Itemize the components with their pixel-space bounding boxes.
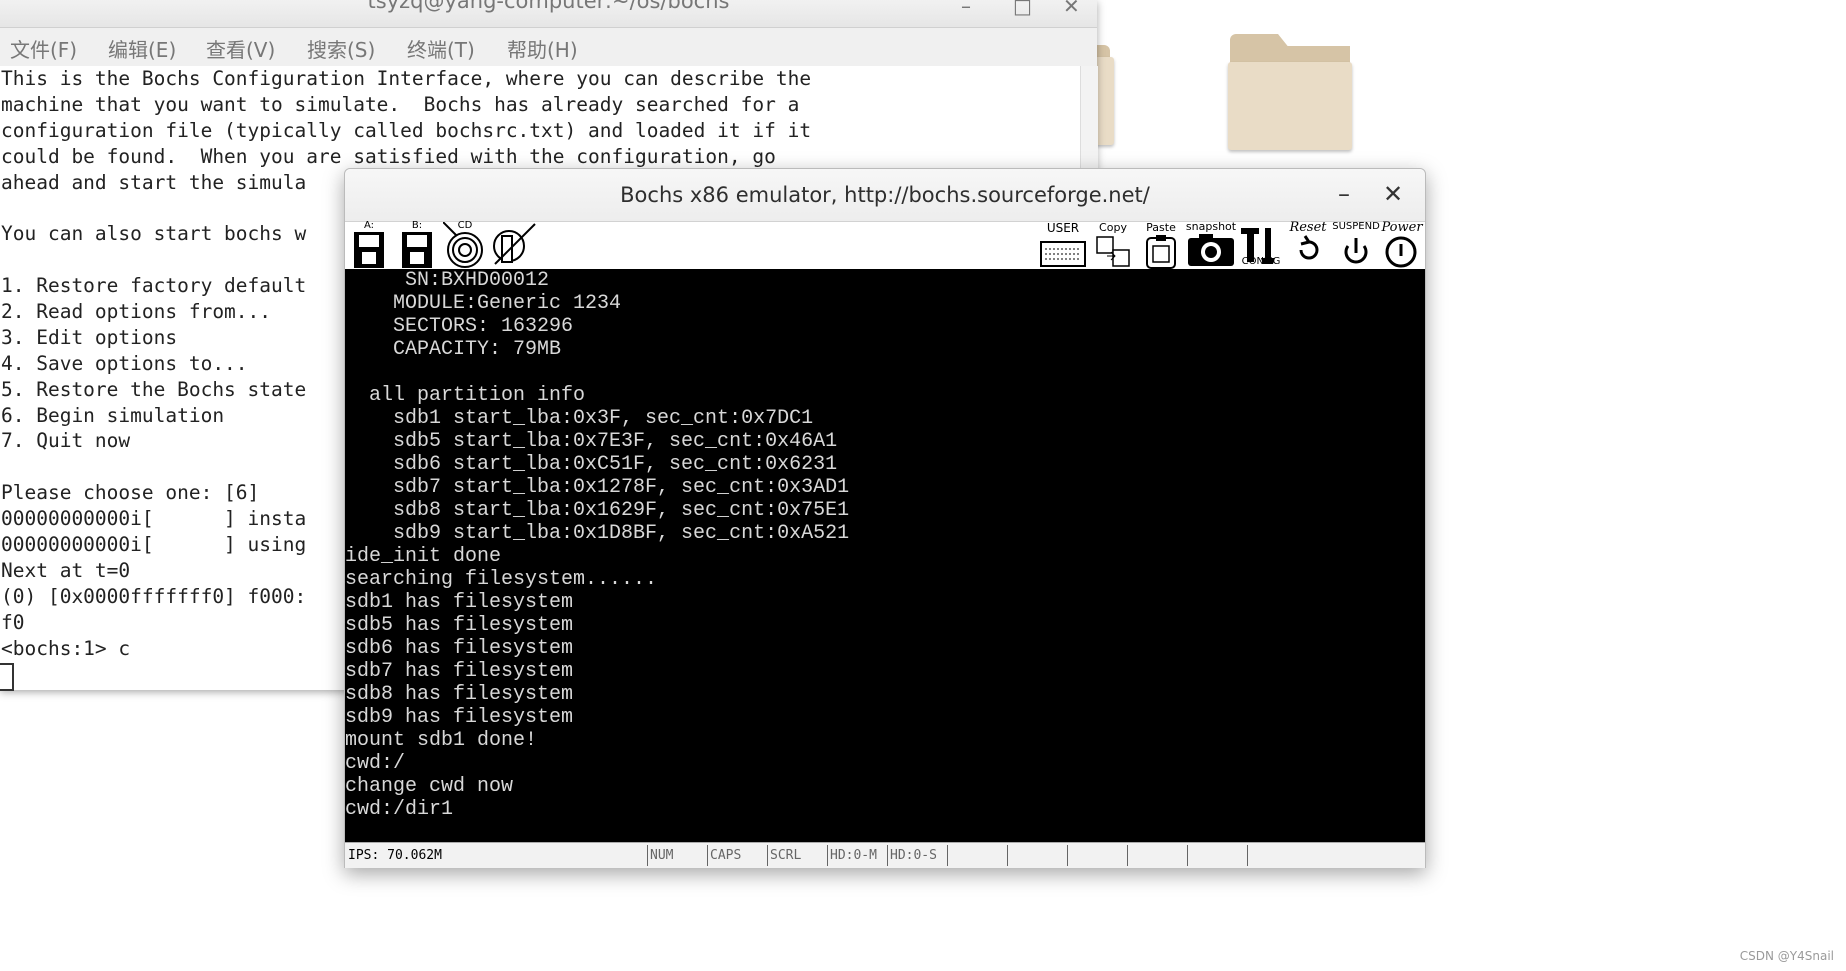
close-icon[interactable]: ✕: [1063, 0, 1080, 18]
terminal-line: machine that you want to simulate. Bochs…: [1, 92, 800, 116]
hd-slave-indicator: HD:0-S: [887, 845, 946, 866]
camera-icon: [1188, 234, 1234, 266]
floppy-icon: [402, 232, 432, 268]
snapshot-button[interactable]: snapshot: [1185, 220, 1237, 269]
terminal-line: could be found. When you are satisfied w…: [1, 144, 776, 168]
scroll-lock-indicator: SCRL: [767, 845, 826, 866]
screen-line: change cwd now: [345, 775, 514, 798]
terminal-title: tsyzq@yang-computer:~/os/bochs: [367, 0, 730, 13]
status-slot: [1067, 845, 1126, 866]
maximize-icon[interactable]: □: [1013, 0, 1032, 18]
num-lock-indicator: NUM: [647, 845, 706, 866]
menu-terminal[interactable]: 终端(T): [407, 34, 475, 63]
cdrom-button[interactable]: CD: [443, 220, 487, 269]
suspend-icon: [1344, 238, 1368, 264]
screen-line: sdb1 start_lba:0x3F, sec_cnt:0x7DC1: [345, 407, 814, 430]
caps-lock-indicator: CAPS: [707, 845, 766, 866]
bochs-toolbar: A: B: CD USER Copy Paste snapshot CONFIG…: [345, 220, 1425, 269]
terminal-titlebar[interactable]: tsyzq@yang-computer:~/os/bochs – □ ✕: [0, 0, 1097, 28]
bochs-title: Bochs x86 emulator, http://bochs.sourcef…: [620, 183, 1150, 207]
screen-line: all partition info: [345, 384, 586, 407]
copy-icon: [1096, 236, 1130, 267]
screen-line: sdb7 has filesystem: [345, 660, 574, 683]
screen-line: [345, 361, 1425, 384]
bochs-statusbar: IPS: 70.062M NUM CAPS SCRL HD:0-M HD:0-S: [345, 842, 1425, 868]
terminal-cursor: [0, 663, 14, 691]
screen-line: sdb5 has filesystem: [345, 614, 574, 637]
mouse-disabled-icon: [493, 223, 536, 265]
floppy-b-button[interactable]: B:: [398, 220, 436, 269]
status-slot: [947, 845, 1006, 866]
menu-edit[interactable]: 编辑(E): [108, 34, 176, 63]
bochs-window: Bochs x86 emulator, http://bochs.sourcef…: [344, 168, 1426, 868]
close-button[interactable]: ✕: [1383, 180, 1403, 208]
status-slot: [1187, 845, 1246, 866]
mouse-button[interactable]: [491, 222, 537, 269]
screen-line: sdb9 has filesystem: [345, 706, 574, 729]
screen-line: sdb1 has filesystem: [345, 591, 574, 614]
suspend-button[interactable]: SUSPEND: [1331, 221, 1381, 269]
config-button[interactable]: CONFIG: [1237, 222, 1285, 269]
screen-line: SECTORS: 163296: [345, 315, 574, 338]
screen-line: cwd:/: [345, 752, 406, 775]
screen-line: mount sdb1 done!: [345, 729, 538, 752]
status-slot: [1127, 845, 1186, 866]
reset-button[interactable]: Reset: [1285, 220, 1331, 269]
screen-line: MODULE:Generic 1234: [345, 292, 622, 315]
status-slot: [1247, 845, 1306, 866]
bochs-titlebar[interactable]: Bochs x86 emulator, http://bochs.sourcef…: [345, 169, 1425, 222]
user-button[interactable]: USER: [1039, 221, 1087, 269]
screen-line: cwd:/dir1: [345, 798, 454, 821]
menu-help[interactable]: 帮助(H): [507, 34, 578, 63]
menu-search[interactable]: 搜索(S): [307, 34, 375, 63]
menu-view[interactable]: 查看(V): [206, 34, 275, 63]
power-button[interactable]: Power: [1379, 220, 1425, 269]
floppy-icon: [354, 232, 384, 268]
cdrom-icon: [443, 222, 483, 268]
copy-button[interactable]: Copy: [1093, 221, 1133, 269]
watermark: CSDN @Y4Snail: [1739, 949, 1834, 963]
terminal-line: configuration file (typically called boc…: [1, 118, 812, 142]
screen-line: sdb8 has filesystem: [345, 683, 574, 706]
power-icon: [1385, 236, 1417, 268]
screen-line: sdb7 start_lba:0x1278F, sec_cnt:0x3AD1: [345, 476, 850, 499]
desktop-folder-icon[interactable]: [1228, 34, 1352, 152]
hd-master-indicator: HD:0-M: [827, 845, 886, 866]
config-label: CONFIG: [1241, 256, 1281, 267]
terminal-menubar: 文件(F) 编辑(E) 查看(V) 搜索(S) 终端(T) 帮助(H): [0, 28, 1097, 66]
screen-line: ide_init done: [345, 545, 502, 568]
emulator-screen[interactable]: SN:BXHD00012 MODULE:Generic 1234 SECTORS…: [345, 269, 1425, 842]
keyboard-icon: [1040, 241, 1086, 267]
screen-line: sdb6 start_lba:0xC51F, sec_cnt:0x6231: [345, 453, 838, 476]
minimize-button[interactable]: –: [1338, 180, 1350, 208]
terminal-line: This is the Bochs Configuration Interfac…: [1, 67, 812, 90]
reset-icon: [1299, 235, 1319, 260]
screen-line: sdb9 start_lba:0x1D8BF, sec_cnt:0xA521: [345, 522, 850, 545]
paste-icon: [1146, 235, 1176, 269]
paste-button[interactable]: Paste: [1141, 221, 1181, 269]
screen-line: sdb8 start_lba:0x1629F, sec_cnt:0x75E1: [345, 499, 850, 522]
menu-file[interactable]: 文件(F): [10, 34, 77, 63]
ips-indicator: IPS: 70.062M: [348, 848, 442, 863]
screen-line: sdb6 has filesystem: [345, 637, 574, 660]
screen-line: CAPACITY: 79MB: [345, 338, 562, 361]
screen-line: searching filesystem......: [345, 568, 658, 591]
floppy-a-button[interactable]: A:: [350, 220, 388, 269]
minimize-icon[interactable]: –: [961, 0, 971, 18]
screen-line: SN:BXHD00012: [345, 269, 550, 292]
screen-line: sdb5 start_lba:0x7E3F, sec_cnt:0x46A1: [345, 430, 838, 453]
status-slot: [1007, 845, 1066, 866]
